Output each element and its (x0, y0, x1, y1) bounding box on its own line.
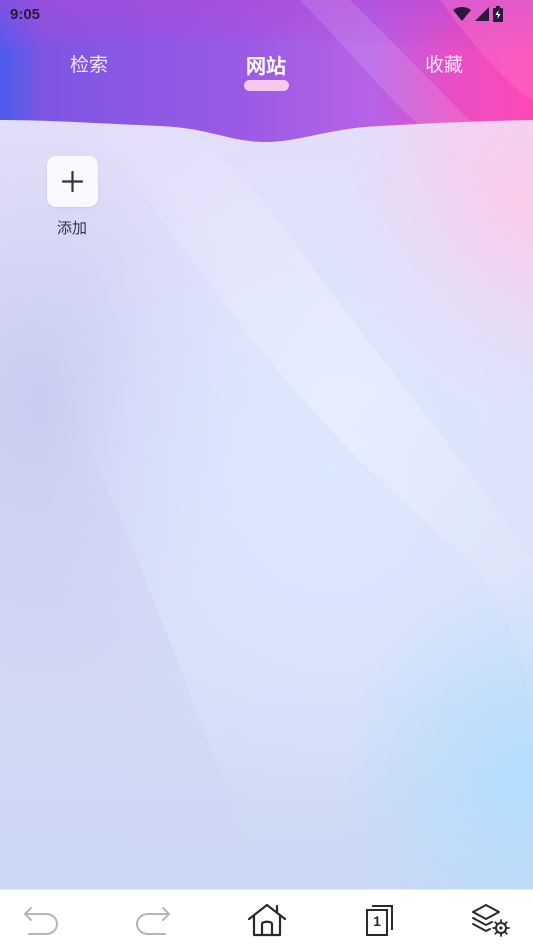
home-button[interactable] (247, 902, 287, 938)
back-button[interactable] (21, 902, 61, 938)
status-time: 9:05 (10, 6, 41, 23)
add-site-button[interactable] (47, 156, 98, 207)
status-bar: 9:05 (0, 0, 533, 30)
browser-home-screen: 9:05 检索 网站 收藏 添加 1 (0, 0, 533, 948)
tab-favorites[interactable]: 收藏 (404, 50, 484, 96)
battery-charging-icon (493, 6, 503, 22)
signal-icon (475, 7, 489, 21)
add-site-tile[interactable]: 添加 (40, 156, 104, 240)
wifi-icon (453, 7, 471, 21)
layers-settings-button[interactable] (471, 902, 511, 938)
tab-search[interactable]: 检索 (49, 50, 129, 96)
home-icon (247, 903, 287, 937)
plus-icon (61, 170, 84, 193)
layers-settings-icon (472, 904, 510, 937)
tab-count: 1 (373, 913, 381, 929)
tabs-button[interactable]: 1 (360, 902, 400, 938)
back-arrow-icon (24, 907, 59, 935)
bottom-navigation-bar: 1 (0, 889, 533, 948)
add-site-label: 添加 (56, 219, 87, 237)
forward-button[interactable] (133, 902, 173, 938)
top-tabs: 检索 网站 收藏 (0, 50, 533, 100)
forward-arrow-icon (135, 907, 170, 935)
active-tab-indicator (244, 80, 289, 91)
